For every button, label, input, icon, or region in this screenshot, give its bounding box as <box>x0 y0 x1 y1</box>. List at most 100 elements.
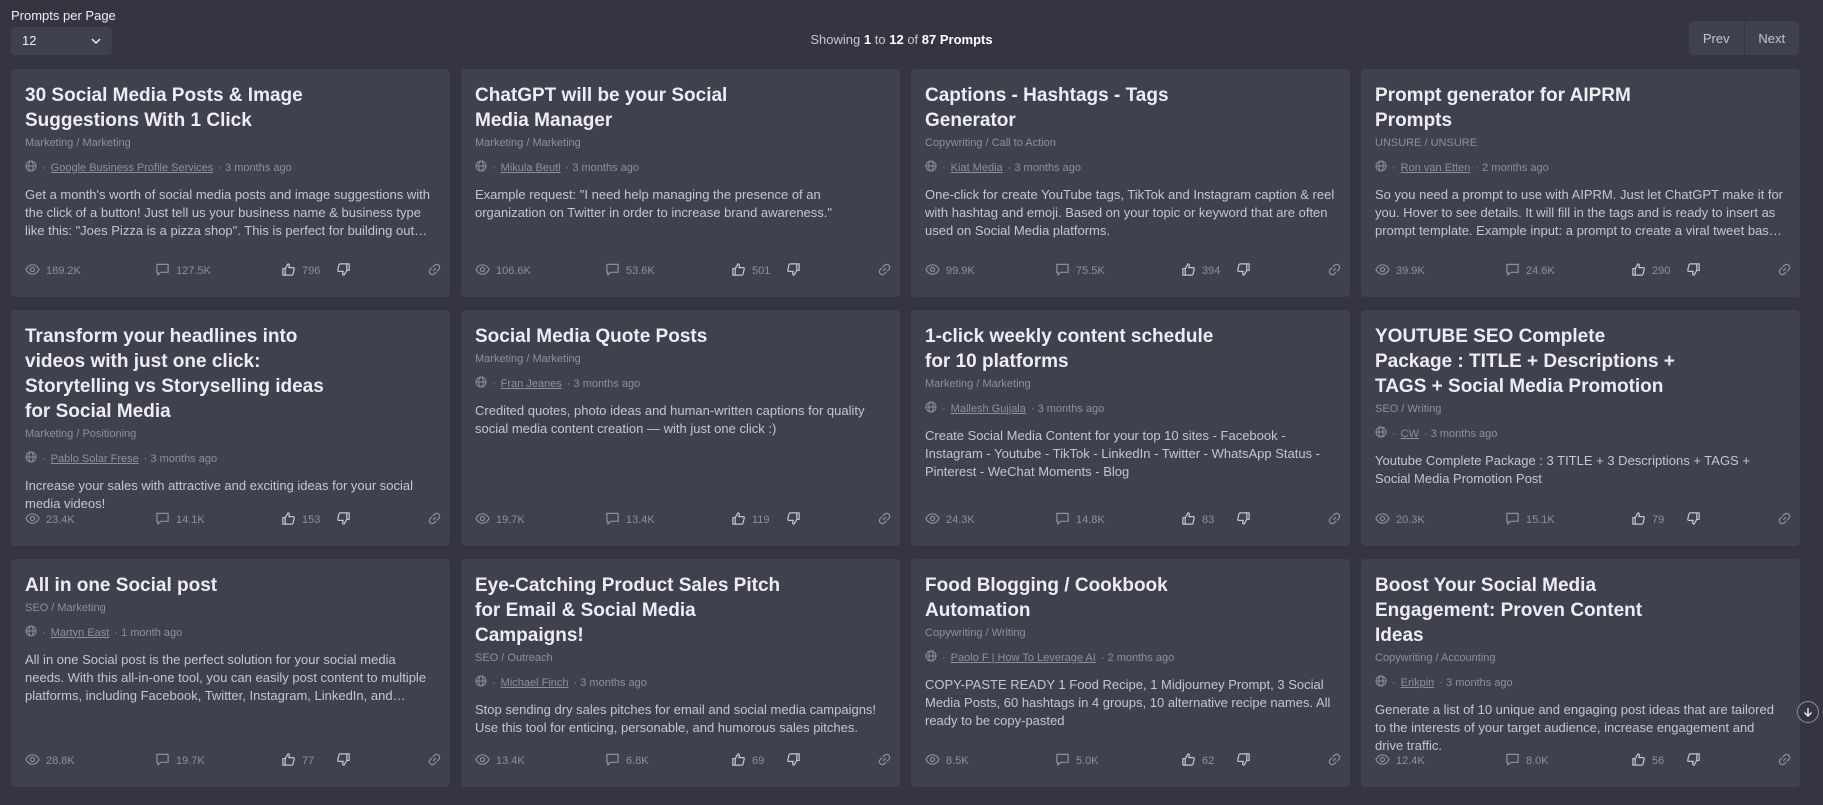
prompt-title[interactable]: Transform your headlines into videos wit… <box>25 324 335 424</box>
prev-button[interactable]: Prev <box>1689 21 1744 55</box>
thumbs-down-icon[interactable] <box>1236 511 1251 529</box>
thumbs-up-icon[interactable] <box>731 511 746 529</box>
comments-count: 8.0K <box>1526 755 1549 767</box>
author-link[interactable]: Google Business Profile Services <box>51 162 214 174</box>
views-count: 8.5K <box>946 755 969 767</box>
dislike-stat <box>786 262 801 280</box>
thumbs-down-icon[interactable] <box>786 262 801 280</box>
prompt-description: Get a month's worth of social media post… <box>25 187 430 238</box>
link-icon[interactable] <box>427 752 442 770</box>
prompt-card[interactable]: Eye-Catching Product Sales Pitch for Ema… <box>461 559 900 787</box>
prompt-meta: · Google Business Profile Services · 3 mon… <box>25 160 436 175</box>
prompt-card[interactable]: Social Media Quote Posts Marketing / Mark… <box>461 310 900 546</box>
author-link[interactable]: Ron van Etten <box>1401 162 1471 174</box>
author-link[interactable]: Erikpin <box>1401 677 1435 689</box>
thumbs-up-icon[interactable] <box>1181 511 1196 529</box>
author-link[interactable]: Pablo Solar Frese <box>51 453 139 465</box>
thumbs-up-icon[interactable] <box>1631 262 1646 280</box>
views-count: 28.8K <box>46 755 75 767</box>
link-icon[interactable] <box>1777 262 1792 280</box>
thumbs-down-icon[interactable] <box>786 752 801 770</box>
scroll-down-button[interactable] <box>1797 701 1819 723</box>
thumbs-up-icon[interactable] <box>731 262 746 280</box>
thumbs-down-icon[interactable] <box>1686 511 1701 529</box>
prompt-title[interactable]: Captions - Hashtags - Tags Generator <box>925 83 1235 133</box>
link-icon[interactable] <box>427 262 442 280</box>
eye-icon <box>475 752 490 770</box>
comments-stat: 75.5K <box>1055 262 1105 280</box>
thumbs-up-icon[interactable] <box>1181 752 1196 770</box>
comments-stat: 15.1K <box>1505 511 1555 529</box>
prompt-title[interactable]: Eye-Catching Product Sales Pitch for Ema… <box>475 573 785 648</box>
link-icon[interactable] <box>1327 262 1342 280</box>
eye-icon <box>1375 262 1390 280</box>
prompt-card[interactable]: Boost Your Social Media Engagement: Prov… <box>1361 559 1800 787</box>
author-link[interactable]: Fran Jeanes <box>501 378 562 390</box>
prompt-title[interactable]: Prompt generator for AIPRM Prompts <box>1375 83 1685 133</box>
prompt-card[interactable]: 30 Social Media Posts & Image Suggestion… <box>11 69 450 297</box>
prompt-stats: 13.4K 6.8K 69 <box>475 752 891 770</box>
next-button[interactable]: Next <box>1745 21 1800 55</box>
prompt-card[interactable]: 1-click weekly content schedule for 10 p… <box>911 310 1350 546</box>
prompt-title[interactable]: 30 Social Media Posts & Image Suggestion… <box>25 83 335 133</box>
prompt-title[interactable]: All in one Social post <box>25 573 335 598</box>
prompt-stats: 189.2K 127.5K 796 <box>25 262 441 280</box>
thumbs-up-icon[interactable] <box>281 262 296 280</box>
globe-icon <box>925 650 937 665</box>
thumbs-down-icon[interactable] <box>1236 262 1251 280</box>
author-link[interactable]: Mikula Beutl <box>501 162 561 174</box>
author-link[interactable]: Mallesh Gujjala <box>951 403 1026 415</box>
link-icon[interactable] <box>877 262 892 280</box>
copy-link-stat <box>877 262 892 280</box>
prompt-title[interactable]: Boost Your Social Media Engagement: Prov… <box>1375 573 1685 648</box>
thumbs-down-icon[interactable] <box>336 752 351 770</box>
thumbs-up-icon[interactable] <box>281 511 296 529</box>
link-icon[interactable] <box>427 511 442 529</box>
prompt-card[interactable]: Prompt generator for AIPRM Prompts UNSURE… <box>1361 69 1800 297</box>
prompt-card[interactable]: ChatGPT will be your Social Media Manage… <box>461 69 900 297</box>
thumbs-down-icon[interactable] <box>336 511 351 529</box>
likes-count: 79 <box>1652 514 1665 526</box>
thumbs-up-icon[interactable] <box>1631 752 1646 770</box>
prompt-card[interactable]: All in one Social post SEO / Marketing · Ma… <box>11 559 450 787</box>
thumbs-up-icon[interactable] <box>281 752 296 770</box>
prompt-card[interactable]: Transform your headlines into videos wit… <box>11 310 450 546</box>
prompt-card[interactable]: Food Blogging / Cookbook Automation Copyw… <box>911 559 1350 787</box>
prompt-title[interactable]: Social Media Quote Posts <box>475 324 785 349</box>
link-icon[interactable] <box>1777 752 1792 770</box>
likes-stat: 79 <box>1631 511 1664 529</box>
thumbs-up-icon[interactable] <box>731 752 746 770</box>
likes-count: 119 <box>752 514 770 526</box>
views-stat: 19.7K <box>475 511 525 529</box>
prompt-age: · 1 month ago <box>114 626 183 639</box>
comments-count: 5.0K <box>1076 755 1099 767</box>
prompt-card[interactable]: Captions - Hashtags - Tags Generator Copy… <box>911 69 1350 297</box>
thumbs-up-icon[interactable] <box>1631 511 1646 529</box>
link-icon[interactable] <box>1327 752 1342 770</box>
link-icon[interactable] <box>877 511 892 529</box>
thumbs-down-icon[interactable] <box>336 262 351 280</box>
prompt-title[interactable]: YOUTUBE SEO Complete Package : TITLE + D… <box>1375 324 1685 399</box>
author-link[interactable]: Martyn East <box>51 627 110 639</box>
link-icon[interactable] <box>877 752 892 770</box>
prompt-title[interactable]: ChatGPT will be your Social Media Manage… <box>475 83 785 133</box>
link-icon[interactable] <box>1327 511 1342 529</box>
dislike-stat <box>1686 752 1701 770</box>
thumbs-down-icon[interactable] <box>1236 752 1251 770</box>
link-icon[interactable] <box>1777 511 1792 529</box>
comments-stat: 24.6K <box>1505 262 1555 280</box>
author-link[interactable]: Michael Finch <box>501 677 569 689</box>
author-link[interactable]: Paolo F | How To Leverage AI <box>951 652 1096 664</box>
prompt-title[interactable]: Food Blogging / Cookbook Automation <box>925 573 1235 623</box>
thumbs-up-icon[interactable] <box>1181 262 1196 280</box>
thumbs-down-icon[interactable] <box>1686 752 1701 770</box>
thumbs-down-icon[interactable] <box>1686 262 1701 280</box>
globe-icon <box>475 376 487 391</box>
prompt-title[interactable]: 1-click weekly content schedule for 10 p… <box>925 324 1235 374</box>
prompt-card[interactable]: YOUTUBE SEO Complete Package : TITLE + D… <box>1361 310 1800 546</box>
prompt-age: · 3 months ago <box>573 676 647 689</box>
prompt-age: · 3 months ago <box>565 161 639 174</box>
author-link[interactable]: Kiat Media <box>951 162 1003 174</box>
thumbs-down-icon[interactable] <box>786 511 801 529</box>
author-link[interactable]: CW <box>1401 428 1419 440</box>
